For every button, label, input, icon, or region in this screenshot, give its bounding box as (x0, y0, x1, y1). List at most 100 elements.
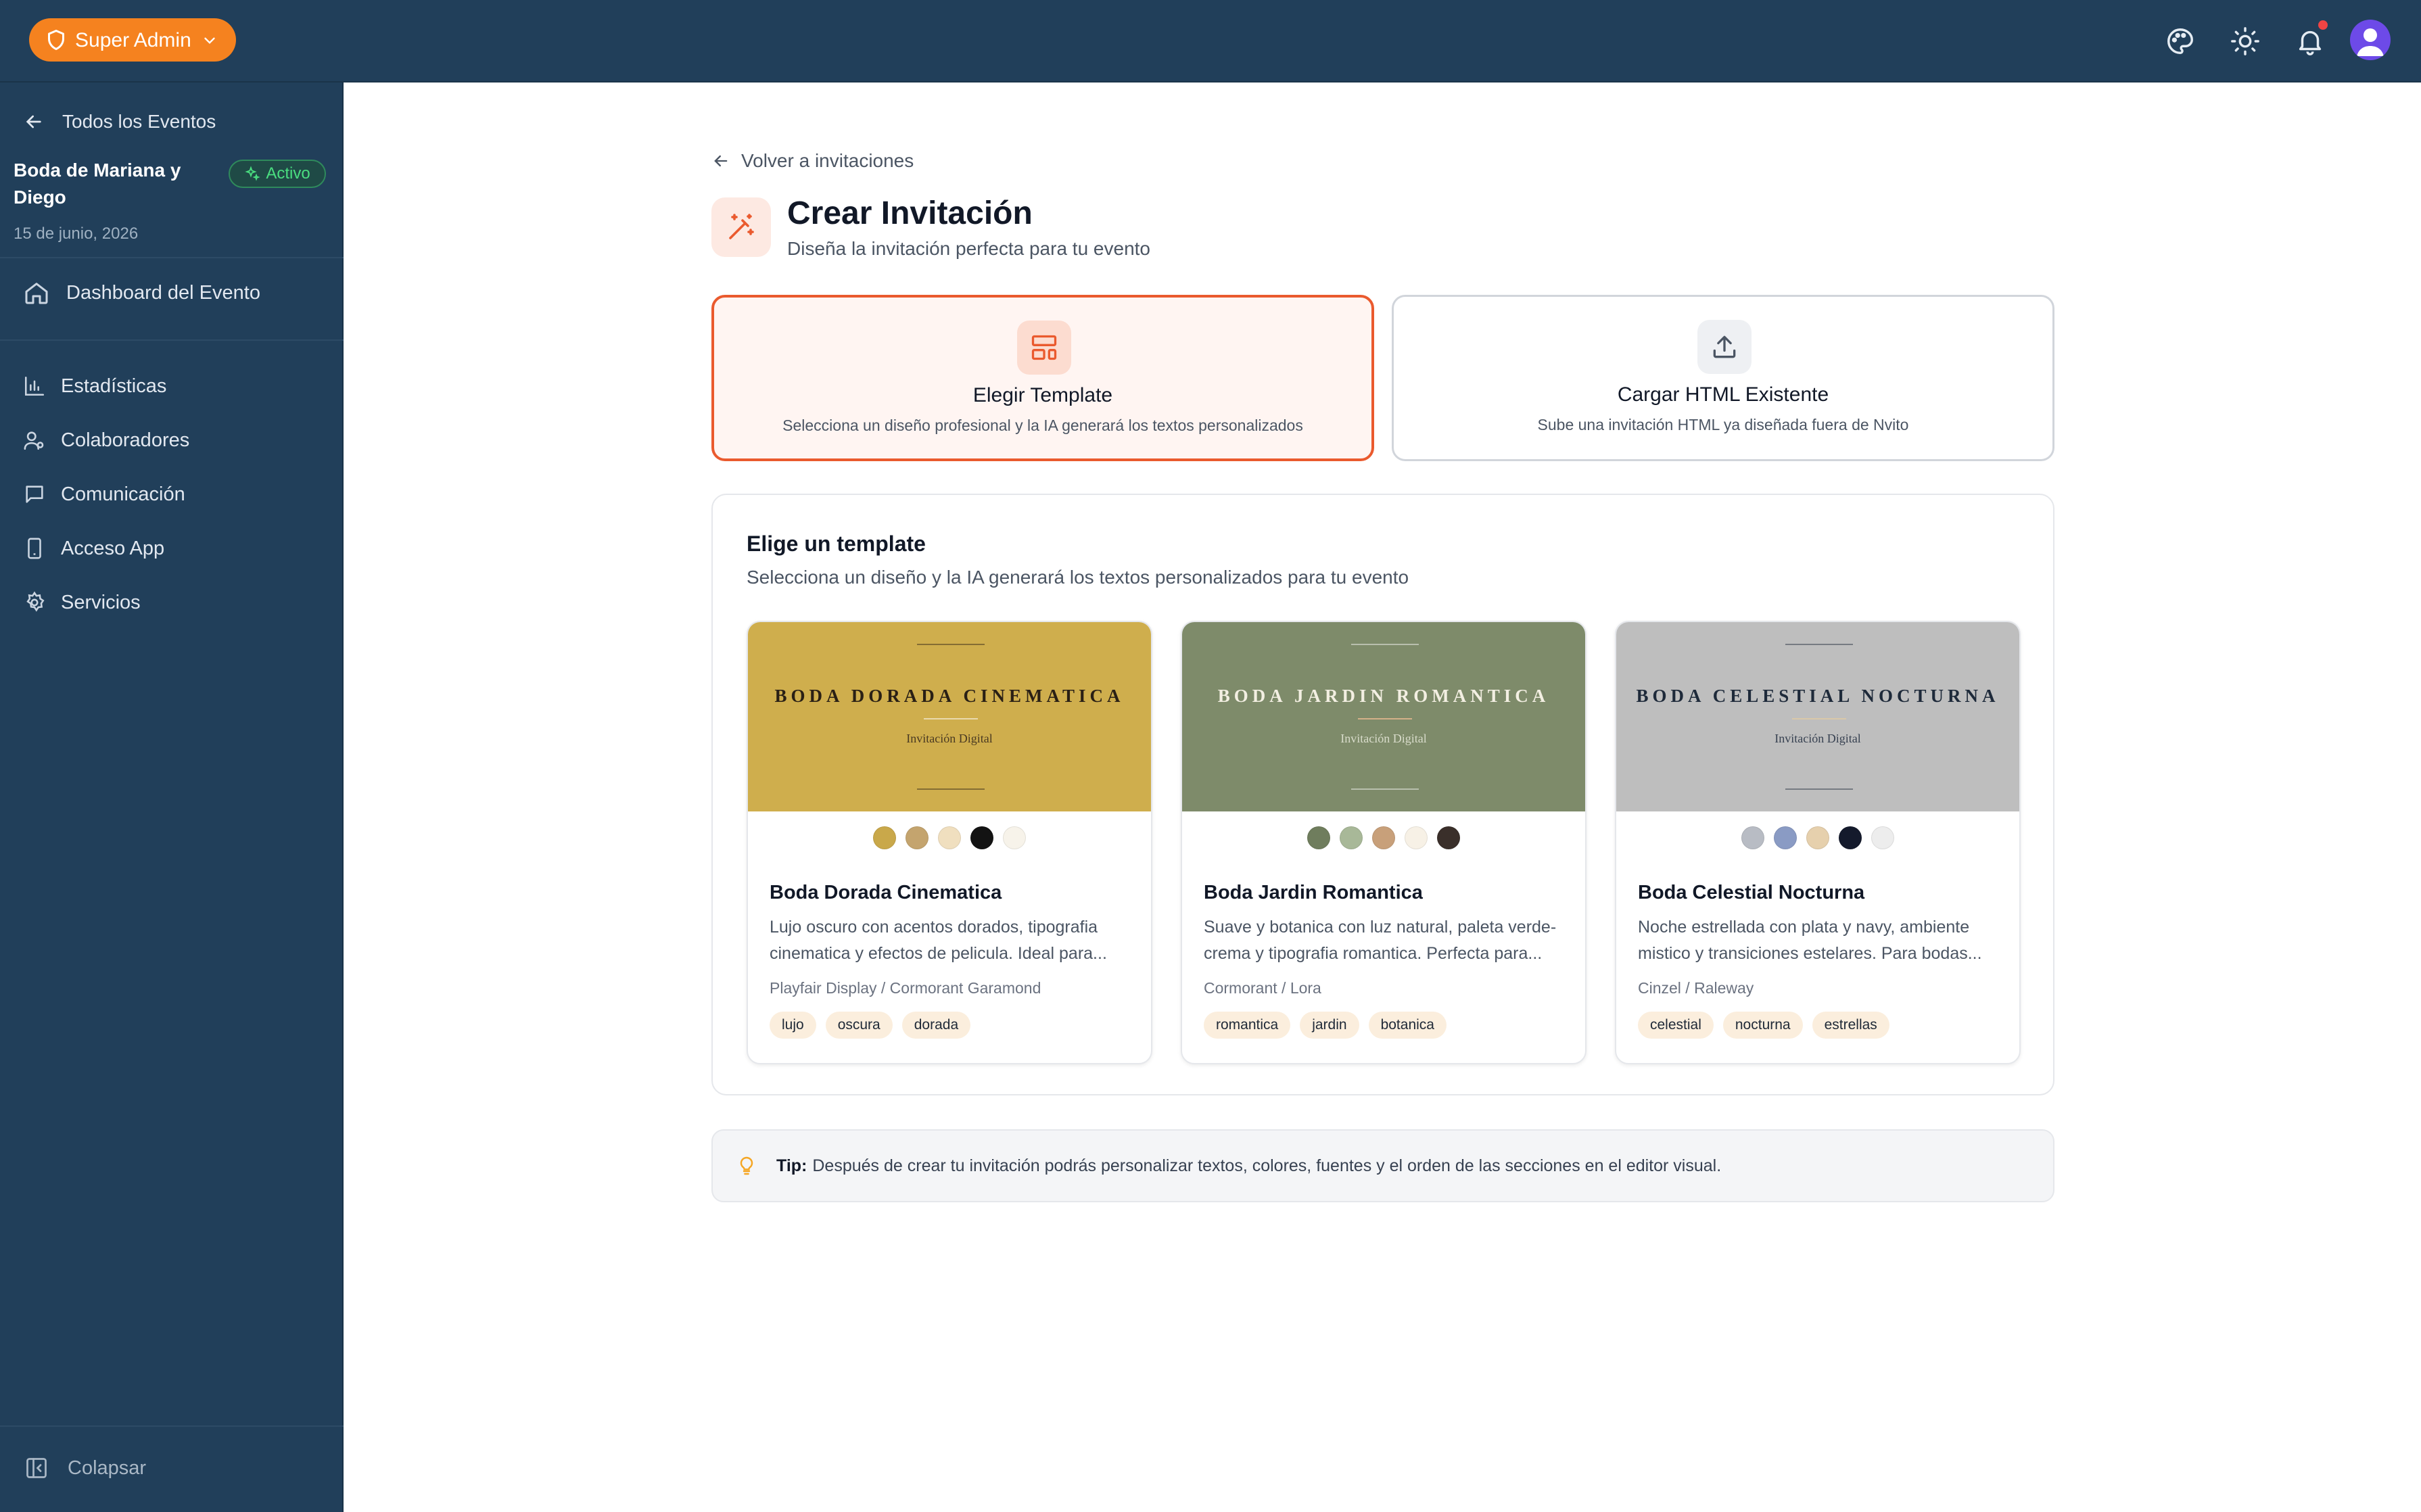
decorative-line (917, 644, 985, 645)
all-events-link[interactable]: Todos los Eventos (23, 107, 216, 137)
color-swatch (873, 826, 896, 849)
mode-icon-box (1017, 321, 1071, 375)
message-icon (26, 486, 43, 503)
palette-icon[interactable] (2165, 26, 2196, 57)
preview-title: BODA CELESTIAL NOCTURNA (1636, 686, 2000, 706)
color-swatches (1182, 826, 1585, 849)
arrow-left-icon (714, 155, 728, 167)
choose-template-option[interactable]: Elegir Template Selecciona un diseño pro… (711, 295, 1374, 461)
preview-subtitle: Invitación Digital (1340, 732, 1427, 745)
sidebar-item-label: Estadísticas (61, 375, 167, 397)
color-swatch (1003, 826, 1026, 849)
bell-icon[interactable] (2295, 26, 2326, 57)
tag: botanica (1368, 1012, 1447, 1039)
template-tags: celestial nocturna estrellas (1638, 1012, 1899, 1039)
user-icon (2357, 28, 2384, 56)
sidebar-divider (0, 1425, 344, 1427)
sparkles-icon (245, 166, 260, 181)
decorative-line (1792, 718, 1846, 719)
template-fonts: Cinzel / Raleway (1638, 979, 1754, 997)
sidebar-item-acceso-app[interactable]: Acceso App (23, 531, 164, 565)
role-switcher-button[interactable]: Super Admin (29, 18, 236, 62)
sidebar-item-colaboradores[interactable]: Colaboradores (23, 423, 189, 457)
template-card-jardin[interactable]: BODA JARDIN ROMANTICA Invitación Digital… (1181, 621, 1586, 1064)
sidebar-item-estadisticas[interactable]: Estadísticas (23, 369, 166, 403)
tip-label: Tip: (776, 1156, 807, 1175)
collapse-label: Colapsar (68, 1457, 147, 1479)
gear-icon (26, 591, 45, 612)
notification-dot (2318, 20, 2328, 30)
layout-template-icon (1031, 335, 1057, 360)
decorative-line (1785, 644, 1853, 645)
sidebar-item-comunicacion[interactable]: Comunicación (23, 477, 185, 511)
color-swatch (1307, 826, 1330, 849)
decorative-line (1785, 788, 1853, 790)
mode-description: Selecciona un diseño profesional y la IA… (782, 417, 1303, 434)
color-swatches (1616, 826, 2019, 849)
color-swatch (1774, 826, 1797, 849)
decorative-line (1351, 788, 1419, 790)
panel-collapse-icon (26, 1458, 47, 1478)
templates-heading: Elige un template (747, 531, 926, 556)
template-tags: romantica jardin botanica (1204, 1012, 1456, 1039)
sidebar-divider (0, 257, 344, 258)
event-name: Boda de Mariana y Diego (14, 160, 181, 208)
template-name: Boda Dorada Cinematica (770, 882, 1002, 903)
templates-subheading: Selecciona un diseño y la IA generará lo… (747, 567, 1409, 588)
tag: jardin (1300, 1012, 1359, 1039)
top-bar: Super Admin (0, 0, 2421, 82)
color-swatch (906, 826, 929, 849)
template-fonts: Cormorant / Lora (1204, 979, 1321, 997)
sidebar-divider (0, 339, 344, 341)
sidebar-item-label: Servicios (61, 591, 141, 613)
template-description: Lujo oscuro con acentos dorados, tipogra… (770, 918, 1107, 963)
color-swatches (748, 826, 1151, 849)
collapse-sidebar-button[interactable]: Colapsar (24, 1451, 146, 1485)
template-tags: lujo oscura dorada (770, 1012, 980, 1039)
tag: romantica (1204, 1012, 1291, 1039)
tip-banner: Tip: Después de crear tu invitación podr… (711, 1129, 2054, 1202)
back-to-invitations-link[interactable]: Volver a invitaciones (711, 150, 914, 172)
event-date: 15 de junio, 2026 (14, 225, 139, 243)
decorative-line (1358, 718, 1412, 719)
smartphone-icon (28, 538, 41, 559)
preview-title: BODA DORADA CINEMATICA (774, 686, 1125, 706)
preview-subtitle: Invitación Digital (1774, 732, 1861, 745)
template-name: Boda Celestial Nocturna (1638, 882, 1865, 903)
color-swatch (938, 826, 961, 849)
template-card-dorada[interactable]: BODA DORADA CINEMATICA Invitación Digita… (747, 621, 1152, 1064)
template-card-celestial[interactable]: BODA CELESTIAL NOCTURNA Invitación Digit… (1615, 621, 2021, 1064)
sidebar-item-servicios[interactable]: Servicios (23, 586, 141, 619)
color-swatch (970, 826, 993, 849)
template-preview: BODA CELESTIAL NOCTURNA Invitación Digit… (1616, 622, 2019, 811)
sun-icon[interactable] (2230, 26, 2261, 57)
bar-chart-icon (24, 376, 45, 396)
color-swatch (1340, 826, 1363, 849)
tag: celestial (1638, 1012, 1714, 1039)
chevron-down-icon (204, 37, 215, 44)
sidebar-item-label: Colaboradores (61, 429, 190, 451)
sidebar-item-label: Dashboard del Evento (66, 281, 260, 304)
users-icon (24, 431, 44, 450)
user-avatar[interactable] (2350, 20, 2391, 60)
back-link-label: Volver a invitaciones (741, 150, 914, 171)
status-badge: Activo (229, 160, 326, 188)
color-swatch (1741, 826, 1764, 849)
sidebar-item-dashboard[interactable]: Dashboard del Evento (23, 276, 260, 310)
all-events-label: Todos los Eventos (62, 111, 216, 132)
sidebar-item-label: Acceso App (61, 537, 165, 559)
mode-icon-box (1697, 320, 1752, 374)
preview-title: BODA JARDIN ROMANTICA (1217, 686, 1550, 706)
template-fonts: Playfair Display / Cormorant Garamond (770, 979, 1041, 997)
mode-title: Elegir Template (972, 384, 1113, 406)
mode-title: Cargar HTML Existente (1617, 383, 1829, 406)
tag: estrellas (1812, 1012, 1889, 1039)
template-preview: BODA JARDIN ROMANTICA Invitación Digital (1182, 622, 1585, 811)
magic-wand-icon (729, 214, 754, 239)
template-description: Noche estrellada con plata y navy, ambie… (1638, 918, 1982, 963)
color-swatch (1806, 826, 1829, 849)
decorative-line (924, 718, 978, 719)
home-icon (25, 283, 48, 304)
upload-html-option[interactable]: Cargar HTML Existente Sube una invitació… (1392, 295, 2054, 461)
status-label: Activo (266, 164, 310, 183)
